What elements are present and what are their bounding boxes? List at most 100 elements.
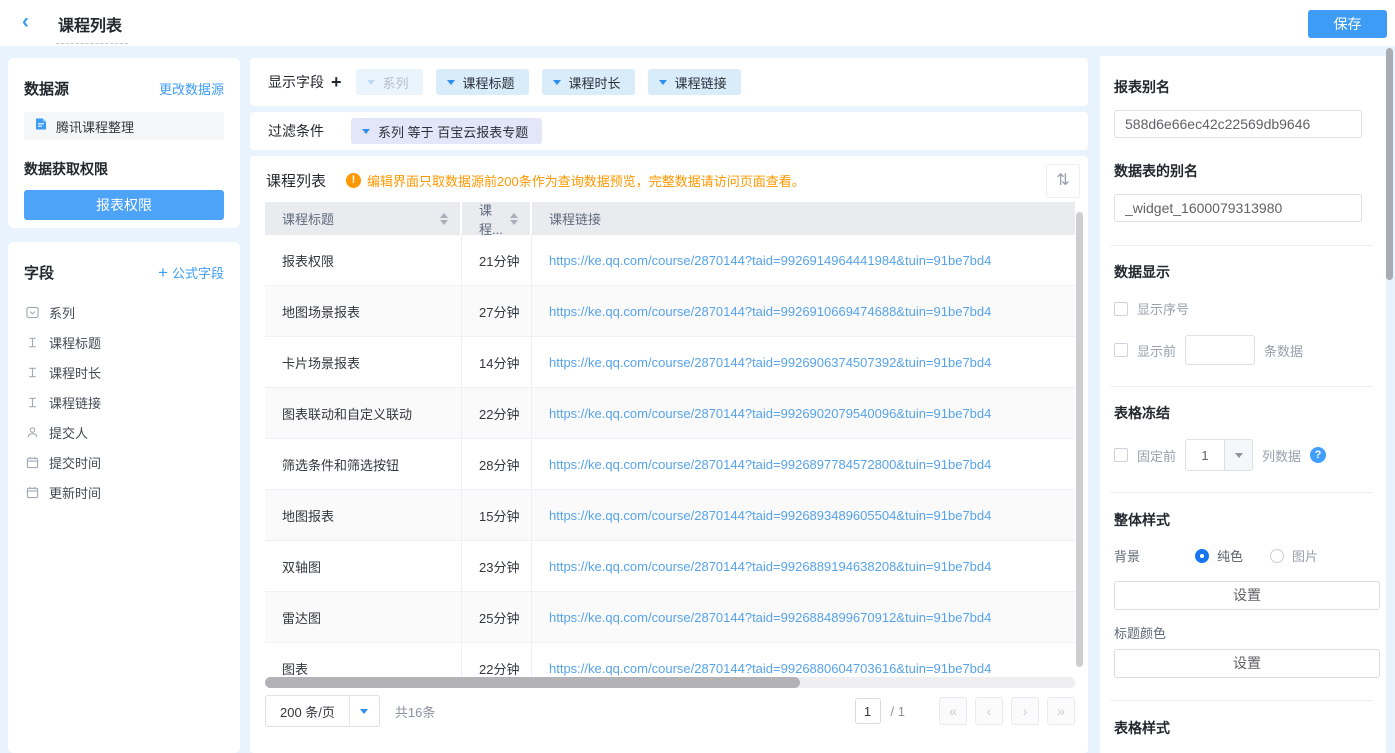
add-display-field-button[interactable]: + [331, 74, 342, 90]
table-row: 报表权限21分钟https://ke.qq.com/course/2870144… [265, 235, 1075, 286]
current-page-input[interactable] [855, 698, 881, 724]
course-link[interactable]: https://ke.qq.com/course/2870144?taid=99… [549, 661, 991, 676]
course-link[interactable]: https://ke.qq.com/course/2870144?taid=99… [549, 457, 991, 472]
title-color-label: 标题颜色 [1114, 623, 1368, 642]
table-vertical-scrollbar[interactable] [1076, 212, 1083, 667]
field-item-label: 课程链接 [49, 393, 101, 412]
column-header-label: 课程标题 [282, 209, 334, 228]
field-item[interactable]: 系列 [24, 297, 224, 327]
fields-title: 字段 [24, 262, 54, 283]
chip-label: 课程链接 [675, 73, 727, 92]
column-header: 课程标题 [265, 202, 462, 235]
datasource-card: 数据源 更改数据源 腾讯课程整理 数据获取权限 报表权限 [8, 58, 240, 228]
course-duration-cell: 23分钟 [462, 541, 532, 591]
page-title: 课程列表 [56, 12, 128, 44]
first-page-button[interactable]: « [939, 697, 967, 725]
course-link[interactable]: https://ke.qq.com/course/2870144?taid=99… [549, 406, 991, 421]
datasource-item[interactable]: 腾讯课程整理 [24, 112, 224, 140]
change-datasource-link[interactable]: 更改数据源 [159, 79, 224, 98]
display-field-chip[interactable]: 课程时长 [542, 69, 635, 95]
course-link[interactable]: https://ke.qq.com/course/2870144?taid=99… [549, 559, 991, 574]
display-field-chip[interactable]: 系列 [356, 69, 423, 95]
last-page-button[interactable]: » [1047, 697, 1075, 725]
add-formula-field-button[interactable]: + 公式字段 [158, 263, 224, 282]
field-item-label: 课程时长 [49, 363, 101, 382]
divider [1110, 386, 1372, 387]
field-item[interactable]: 课程链接 [24, 387, 224, 417]
course-link-cell: https://ke.qq.com/course/2870144?taid=99… [532, 490, 1075, 540]
text-icon [26, 336, 39, 349]
prev-page-button[interactable]: ‹ [975, 697, 1003, 725]
data-display-title: 数据显示 [1114, 262, 1368, 282]
freeze-columns-checkbox[interactable] [1114, 448, 1128, 462]
filter-condition-chip[interactable]: 系列 等于 百宝云报表专题 [351, 118, 542, 144]
next-page-button[interactable]: › [1011, 697, 1039, 725]
table-alias-input[interactable] [1114, 194, 1362, 222]
calendar-icon [26, 456, 39, 469]
course-duration-cell: 22分钟 [462, 643, 532, 680]
field-item-label: 更新时间 [49, 483, 101, 502]
field-item[interactable]: 提交人 [24, 417, 224, 447]
solid-color-radio[interactable] [1195, 549, 1209, 563]
course-link[interactable]: https://ke.qq.com/course/2870144?taid=99… [549, 610, 991, 625]
course-link-cell: https://ke.qq.com/course/2870144?taid=99… [532, 643, 1075, 680]
column-header-label: 课程... [479, 202, 510, 238]
field-item[interactable]: 更新时间 [24, 477, 224, 507]
display-field-chip[interactable]: 课程标题 [436, 69, 529, 95]
total-count: 共16条 [395, 702, 435, 721]
table-alias-label: 数据表的别名 [1114, 161, 1368, 181]
select-icon [26, 306, 39, 319]
course-title-cell: 双轴图 [265, 541, 462, 591]
display-fields-label: 显示字段 [268, 72, 324, 92]
title-color-set-button[interactable]: 设置 [1114, 649, 1380, 678]
help-icon[interactable]: ? [1310, 447, 1326, 463]
sort-arrows-icon[interactable] [440, 213, 448, 225]
show-index-checkbox[interactable] [1114, 302, 1128, 316]
freeze-count-select[interactable]: 1 [1185, 439, 1253, 471]
display-field-chip[interactable]: 课程链接 [648, 69, 741, 95]
background-set-button[interactable]: 设置 [1114, 581, 1380, 610]
course-duration-cell: 25分钟 [462, 592, 532, 642]
table-title: 课程列表 [266, 170, 326, 191]
sort-settings-button[interactable]: ⇅ [1046, 164, 1080, 198]
field-item[interactable]: 课程时长 [24, 357, 224, 387]
table-horizontal-scrollbar-track [265, 677, 1075, 688]
window-vertical-scrollbar[interactable] [1386, 48, 1393, 280]
save-button[interactable]: 保存 [1308, 10, 1387, 38]
freeze-label: 固定前 [1137, 446, 1176, 465]
show-first-checkbox[interactable] [1114, 343, 1128, 357]
back-icon[interactable]: ‹ [22, 10, 29, 34]
permission-title: 数据获取权限 [24, 159, 224, 179]
course-link[interactable]: https://ke.qq.com/course/2870144?taid=99… [549, 253, 991, 268]
field-item[interactable]: 提交时间 [24, 447, 224, 477]
text-icon [26, 366, 39, 379]
table-header-row: 课程标题课程...课程链接 [265, 202, 1075, 235]
course-title-cell: 筛选条件和筛选按钮 [265, 439, 462, 489]
image-radio[interactable] [1270, 549, 1284, 563]
course-title-cell: 图表 [265, 643, 462, 680]
report-permission-button[interactable]: 报表权限 [24, 190, 224, 220]
preview-warning: ! 编辑界面只取数据源前200条作为查询数据预览，完整数据请访问页面查看。 [346, 171, 805, 190]
field-item[interactable]: 课程标题 [24, 327, 224, 357]
fields-card: 字段 + 公式字段 系列课程标题课程时长课程链接提交人提交时间更新时间 [8, 242, 240, 753]
course-title-cell: 图表联动和自定义联动 [265, 388, 462, 438]
field-item-label: 系列 [49, 303, 75, 322]
show-first-count-input[interactable] [1185, 335, 1255, 365]
course-link-cell: https://ke.qq.com/course/2870144?taid=99… [532, 337, 1075, 387]
pagination-bar: 200 条/页 共16条 / 1 «‹›» [265, 694, 1075, 728]
chevron-down-icon [367, 80, 375, 85]
table-row: 卡片场景报表14分钟https://ke.qq.com/course/28701… [265, 337, 1075, 388]
course-link[interactable]: https://ke.qq.com/course/2870144?taid=99… [549, 508, 991, 523]
course-title-cell: 地图报表 [265, 490, 462, 540]
report-alias-input[interactable] [1114, 110, 1362, 138]
show-index-label: 显示序号 [1137, 299, 1189, 318]
page-size-select[interactable]: 200 条/页 [265, 695, 380, 727]
course-title-cell: 雷达图 [265, 592, 462, 642]
table-row: 地图报表15分钟https://ke.qq.com/course/2870144… [265, 490, 1075, 541]
chevron-down-icon [553, 80, 561, 85]
course-link[interactable]: https://ke.qq.com/course/2870144?taid=99… [549, 304, 991, 319]
table-horizontal-scrollbar[interactable] [265, 677, 800, 688]
course-link[interactable]: https://ke.qq.com/course/2870144?taid=99… [549, 355, 991, 370]
sort-arrows-icon[interactable] [510, 213, 518, 225]
chevron-down-icon [447, 80, 455, 85]
